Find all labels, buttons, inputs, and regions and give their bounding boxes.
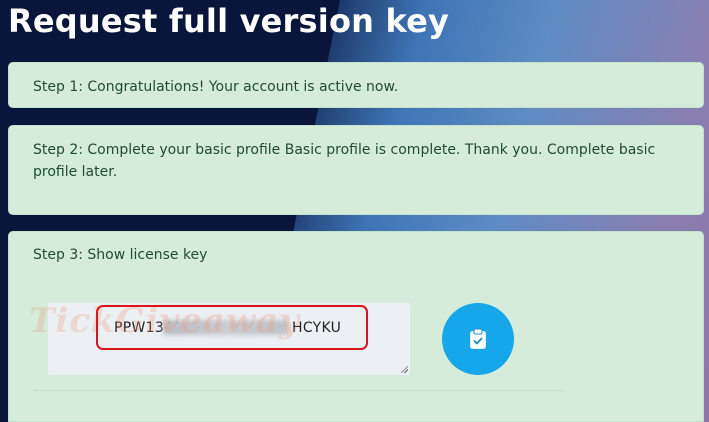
step-2-label: Step 2: Complete your basic profile Basi…	[33, 142, 656, 180]
textarea-resize-handle[interactable]	[400, 365, 408, 373]
key-highlight-outline	[96, 305, 368, 350]
step-2-card: Step 2: Complete your basic profile Basi…	[8, 125, 704, 215]
step-1-card: Step 1: Congratulations! Your account is…	[8, 62, 704, 108]
step-3-divider	[33, 390, 564, 391]
step-1-label: Step 1: Congratulations! Your account is…	[33, 79, 399, 95]
step-3-label: Step 3: Show license key	[33, 247, 208, 263]
step-3-card: Step 3: Show license key PPW13-V HCYKU T…	[8, 231, 704, 422]
clipboard-check-icon	[470, 328, 486, 349]
copy-key-button[interactable]	[442, 303, 514, 375]
page-title: Request full version key	[8, 2, 450, 40]
